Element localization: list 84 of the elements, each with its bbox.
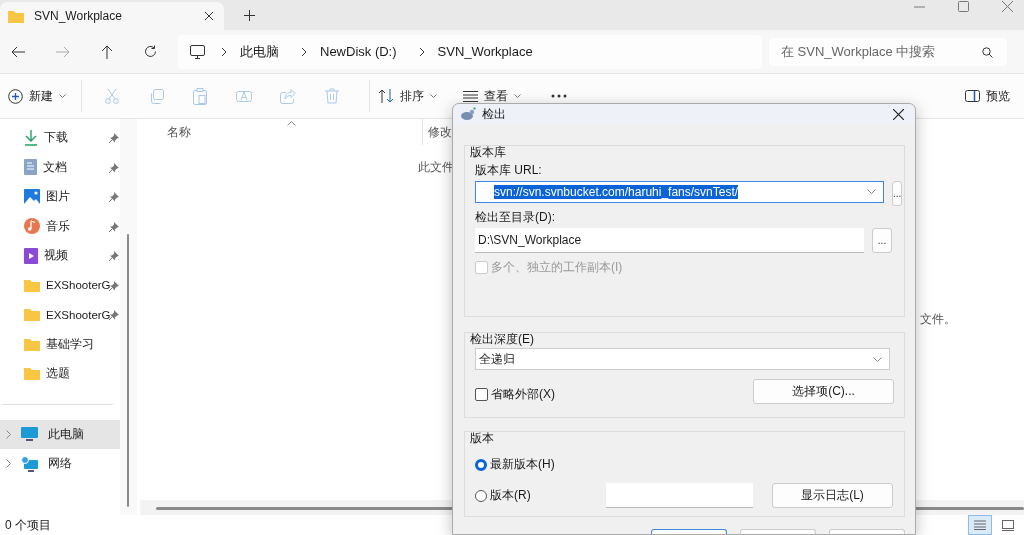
monitor-icon (21, 426, 38, 442)
up-icon[interactable] (101, 44, 113, 59)
search-icon (982, 46, 993, 58)
more-icon[interactable] (551, 94, 567, 98)
dialog-title: 检出 (482, 105, 506, 123)
chevron-icon (6, 459, 11, 469)
field-label: 版本库 URL: (475, 162, 543, 177)
sidebar-item[interactable]: 文档 (0, 152, 120, 182)
dropdown-icon (873, 356, 882, 362)
search-field[interactable]: 在 SVN_Workplace 中搜索 (769, 37, 1007, 66)
group-heading: 检出深度(E) (470, 331, 535, 346)
sidebar-item[interactable]: 下载 (0, 123, 120, 153)
browse-button[interactable]: ... (892, 181, 903, 206)
panel-icon (965, 90, 980, 102)
list-icon (463, 90, 478, 102)
folder-icon (24, 278, 40, 292)
tab[interactable]: SVN_Workplace (0, 2, 224, 30)
sidebar-item[interactable]: EXShooterG (0, 300, 120, 330)
sort-caret-icon (287, 120, 296, 126)
sidebar-item[interactable]: 图片 (0, 182, 120, 212)
chevron-icon (418, 46, 425, 57)
options-button[interactable]: 选择项(C)... (753, 379, 894, 404)
caret-icon (514, 94, 521, 98)
address-bar[interactable]: 此电脑 NewDisk (D:) SVN_Workplace (178, 34, 762, 69)
back-icon[interactable] (11, 45, 25, 58)
maximize-icon[interactable] (958, 1, 969, 12)
chevron-icon (301, 46, 307, 57)
network-icon (21, 455, 38, 472)
sidebar-item[interactable]: 网络 (0, 449, 120, 479)
new-tab-icon[interactable] (244, 10, 255, 21)
folder-icon (8, 9, 24, 23)
image-icon (24, 189, 40, 205)
sidebar-item[interactable]: 视频 (0, 241, 120, 271)
sidebar-item[interactable]: 音乐 (0, 211, 120, 241)
tile-icon (1002, 519, 1014, 531)
field-label: 检出至目录(D): (475, 209, 556, 224)
download-icon (24, 129, 38, 146)
depth-dropdown[interactable]: 全递归 (475, 348, 890, 370)
chevron-icon (221, 46, 227, 57)
sidebar-item[interactable]: EXShooterG (0, 270, 120, 300)
directory-field[interactable]: D:\SVN_Workplace (475, 228, 864, 253)
sort-icon (378, 89, 394, 103)
view-button[interactable]: 查看 (463, 87, 521, 105)
breadcrumb[interactable]: NewDisk (D:) (320, 44, 397, 59)
caret-icon (59, 94, 66, 98)
group-heading: 版本库 (470, 144, 507, 159)
sidebar-item[interactable]: 此电脑 (0, 419, 120, 449)
details-view-button[interactable] (968, 515, 992, 535)
document-icon (24, 159, 37, 176)
omit-externals-checkbox[interactable]: 省略外部(X) (475, 386, 555, 403)
close-icon[interactable] (893, 108, 904, 120)
show-log-button[interactable]: 显示日志(L) (772, 483, 893, 508)
new-button[interactable]: 新建 (8, 87, 66, 105)
revision-field[interactable] (606, 483, 753, 508)
preview-button[interactable]: 预览 (965, 87, 1010, 105)
breadcrumb[interactable]: SVN_Workplace (437, 44, 533, 59)
close-icon[interactable] (204, 11, 214, 21)
revision-radio[interactable]: 版本(R) (475, 487, 598, 504)
empty-message: 文件。 (920, 311, 956, 328)
folder-icon (24, 337, 40, 351)
sidebar-item[interactable]: 基础学习 (0, 329, 120, 359)
list-icon (974, 520, 986, 530)
folder-icon (24, 308, 40, 322)
column-header[interactable]: 名称 (167, 123, 287, 141)
folder-icon (24, 367, 40, 381)
dialog-button[interactable] (651, 529, 727, 534)
monitor-icon (190, 44, 205, 59)
sort-button[interactable]: 排序 (378, 87, 437, 105)
forward-icon[interactable] (56, 45, 70, 58)
column-header[interactable]: 修改 (428, 123, 452, 141)
sidebar-item[interactable]: 选题 (0, 359, 120, 389)
chevron-icon (6, 429, 11, 439)
dropdown-icon (867, 189, 876, 194)
browse-button[interactable]: ... (872, 228, 892, 253)
video-icon (24, 247, 38, 264)
revision-radio[interactable]: 最新版本(H) (475, 456, 598, 473)
caret-icon (430, 94, 437, 98)
url-combobox[interactable]: svn://svn.svnbucket.com/haruhi_fans/svnTest/ (475, 180, 884, 203)
breadcrumb[interactable]: 此电脑 (240, 42, 279, 61)
plus-circle-icon (8, 88, 23, 104)
item-count: 0 个项目 (5, 516, 51, 534)
refresh-icon[interactable] (144, 45, 157, 58)
music-icon (24, 218, 40, 235)
group-heading: 版本 (470, 430, 495, 445)
